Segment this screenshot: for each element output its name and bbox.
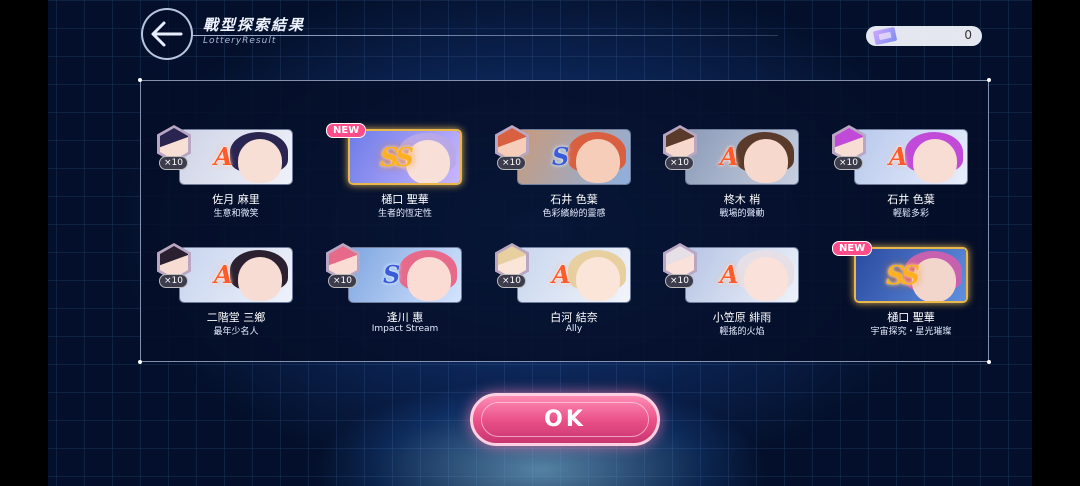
- result-panel: A ×10 佐月 麻里 生意和微笑 SS NEW 樋口 聖華 生者的恆定性 S ×10 石井 色葉色…: [138, 78, 991, 364]
- right-letterbox: [1032, 0, 1080, 486]
- panel-corner-dot: [987, 360, 991, 364]
- rank-label: A: [552, 260, 571, 289]
- page-title: 戰型探索結果: [203, 16, 306, 34]
- ok-button[interactable]: OK: [470, 393, 660, 446]
- character-face: [576, 139, 620, 183]
- skill-name: 最年少名人: [213, 327, 259, 337]
- character-portrait: A: [179, 129, 293, 185]
- ticket-icon: [872, 26, 898, 46]
- character-portrait: A: [685, 129, 799, 185]
- character-face: [238, 139, 282, 183]
- back-button[interactable]: [141, 8, 193, 60]
- skill-name: Ally: [565, 324, 583, 334]
- quantity-badge: ×10: [328, 274, 357, 288]
- rank-label: S: [552, 142, 570, 171]
- page-subtitle: LotteryResult: [203, 36, 277, 46]
- new-badge: NEW: [326, 123, 367, 138]
- rank-label: A: [889, 142, 908, 171]
- currency-display: 0: [866, 26, 982, 46]
- quantity-badge: ×10: [159, 274, 188, 288]
- character-portrait: S: [517, 129, 631, 185]
- character-face: [406, 140, 450, 183]
- character-name: 樋口 聖華: [887, 311, 935, 324]
- skill-name: 輕搖的火焰: [719, 327, 765, 337]
- character-face: [407, 257, 451, 301]
- panel-corner-dot: [138, 360, 142, 364]
- character-face: [912, 258, 956, 301]
- skill-name: 色彩繽紛的靈感: [542, 209, 606, 219]
- rank-label: SS: [380, 143, 414, 173]
- character-portrait: SS: [854, 247, 968, 303]
- character-name: 逢川 惠: [386, 311, 424, 324]
- rank-label: S: [383, 260, 401, 289]
- character-portrait: S: [348, 247, 462, 303]
- character-name: 小笠原 緋雨: [712, 311, 772, 324]
- character-name: 石井 色葉: [550, 193, 598, 206]
- quantity-badge: ×10: [159, 156, 188, 170]
- rank-label: SS: [886, 261, 920, 291]
- character-portrait: A: [517, 247, 631, 303]
- quantity-badge: ×10: [497, 156, 526, 170]
- character-portrait: A: [179, 247, 293, 303]
- ok-button-label: OK: [544, 407, 586, 432]
- skill-name: 戰場的聲動: [719, 209, 765, 219]
- quantity-badge: ×10: [665, 156, 694, 170]
- currency-value: 0: [964, 28, 972, 42]
- quantity-badge: ×10: [497, 274, 526, 288]
- character-portrait: A: [685, 247, 799, 303]
- character-name: 柊木 梢: [723, 193, 761, 206]
- character-portrait: A: [854, 129, 968, 185]
- panel-corner-dot: [987, 78, 991, 82]
- skill-name: 輕鬆多彩: [892, 209, 929, 219]
- quantity-badge: ×10: [834, 156, 863, 170]
- rank-label: A: [214, 260, 233, 289]
- left-letterbox: [0, 0, 48, 486]
- skill-name: Impact Stream: [371, 324, 439, 334]
- character-name: 樋口 聖華: [381, 193, 429, 206]
- character-face: [744, 257, 788, 301]
- character-name: 二階堂 三鄉: [206, 311, 266, 324]
- character-name: 白河 結奈: [550, 311, 598, 324]
- character-face: [238, 257, 282, 301]
- skill-name: 生意和微笑: [213, 209, 259, 219]
- character-name: 石井 色葉: [887, 193, 935, 206]
- rank-label: A: [214, 142, 233, 171]
- character-face: [576, 257, 620, 301]
- panel-corner-dot: [138, 78, 142, 82]
- new-badge: NEW: [832, 241, 873, 256]
- character-face: [913, 139, 957, 183]
- header-divider: [193, 35, 778, 36]
- skill-name: 生者的恆定性: [377, 209, 432, 219]
- character-name: 佐月 麻里: [212, 193, 260, 206]
- character-face: [744, 139, 788, 183]
- rank-label: A: [720, 142, 739, 171]
- skill-name: 宇宙探究・星光璀璨: [870, 327, 952, 337]
- rank-label: A: [720, 260, 739, 289]
- quantity-badge: ×10: [665, 274, 694, 288]
- arrow-left-icon: [151, 21, 183, 47]
- character-portrait: SS: [348, 129, 462, 185]
